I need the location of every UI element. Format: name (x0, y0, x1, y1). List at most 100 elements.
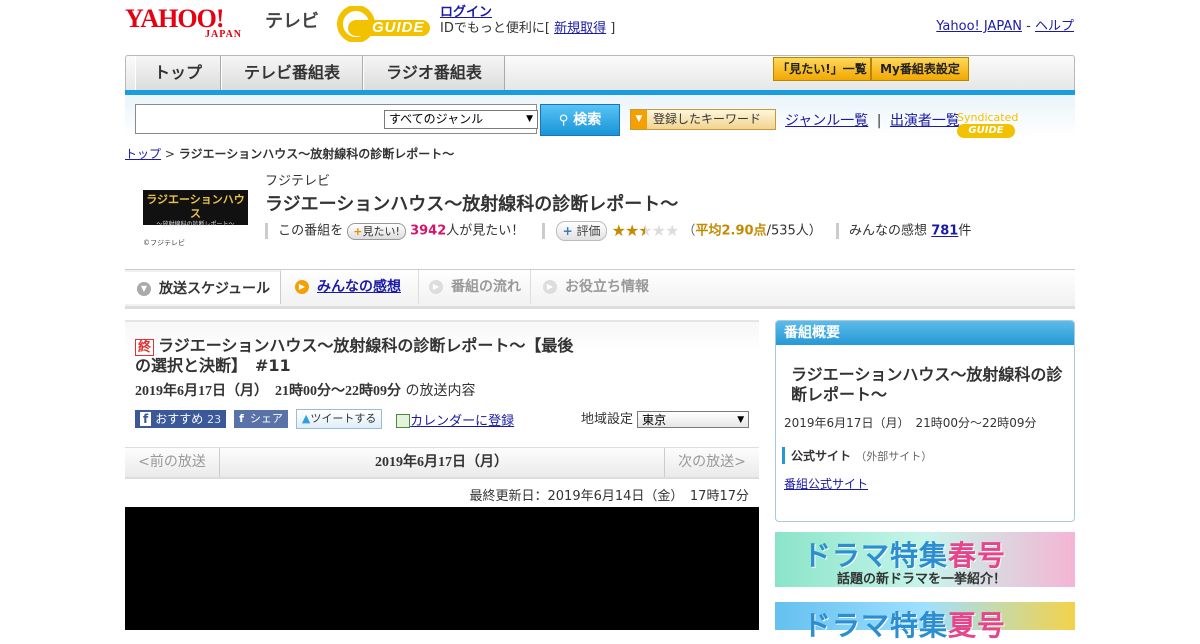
episode-title: ラジエーションハウス～放射線科の診断レポート～【最後の選択と決断】 #11 (135, 336, 574, 375)
current-broadcast-date: 2019年6月17日（月） (375, 455, 508, 470)
social-buttons: f おすすめ 23 f シェア ▲ツイートする カレンダーに登録 (135, 409, 514, 429)
chevron-right-icon: ▶ (295, 280, 309, 294)
program-summary-header: 番組概要 (776, 321, 1074, 345)
tab-broadcast-schedule[interactable]: ▼ 放送スケジュール (125, 270, 281, 304)
top-links: Yahoo! JAPAN - ヘルプ (936, 15, 1074, 34)
episode-date: 2019年6月17日（月） 21時00分～22時09分 (135, 384, 401, 399)
search-links: ジャンル一覧 | 出演者一覧 (785, 110, 960, 130)
syndicated-gguide-badge: Syndicated GUIDE (957, 111, 1075, 138)
next-broadcast-link[interactable]: 次の放送> (664, 448, 759, 477)
calendar-register[interactable]: カレンダーに登録 (396, 414, 514, 429)
official-site-link[interactable]: 番組公式サイト (784, 475, 868, 492)
tweet-button[interactable]: ▲ツイートする (295, 409, 383, 429)
evaluate-button[interactable]: + 評価 (555, 221, 608, 241)
program-title: ラジエーションハウス～放射線科の診断レポート～ (265, 194, 679, 215)
program-copyright: ©フジテレビ (143, 239, 185, 247)
review-suffix: 件 (958, 223, 972, 239)
tab-program-flow[interactable]: ▶ 番組の流れ (421, 270, 531, 304)
episode-panel: 終ラジエーションハウス～放射線科の診断レポート～【最後の選択と決断】 #11 2… (125, 320, 759, 447)
star-empty-icon: ★ (651, 221, 666, 240)
episode-title-block: 終ラジエーションハウス～放射線科の診断レポート～【最後の選択と決断】 #11 (135, 336, 585, 376)
tv-label: テレビ (265, 11, 319, 32)
g-guide-logo-text: GUIDE (372, 19, 425, 36)
rating-votes: /535人） (766, 223, 822, 239)
official-site-label: 公式サイト (791, 449, 852, 463)
last-update: 最終更新日：2019年6月14日（金） 17時17分 (469, 489, 749, 504)
region-setting: 地域設定 東京 ▼ (581, 408, 750, 428)
login-prompt: IDでもっと便利に[ (440, 21, 550, 36)
official-site-note: （外部サイト） (855, 450, 933, 463)
facebook-recommend-button[interactable]: f おすすめ 23 (135, 410, 227, 428)
my-schedule-button[interactable]: My番組表設定 (871, 57, 969, 81)
drama-special-summer-banner[interactable]: ドラマ特集夏号 (775, 602, 1075, 642)
tab-everyone-review[interactable]: ▶ みんなの感想 (285, 270, 419, 304)
search-button[interactable]: ⚲ 検索 (540, 104, 620, 136)
mitai-button-label: 見たい! (362, 224, 400, 238)
summer-banner-title: ドラマ特集夏号 (803, 604, 1006, 644)
nav-tab-tv-schedule[interactable]: テレビ番組表 (221, 56, 363, 90)
registered-keyword-button[interactable]: ▼ 登録したキーワード (630, 109, 776, 130)
tab-review-label: みんなの感想 (317, 279, 401, 295)
star-empty-icon: ★ (664, 221, 679, 240)
nav-tab-top[interactable]: トップ (135, 56, 221, 90)
region-select[interactable]: 東京 ▼ (637, 411, 750, 428)
stat-divider (835, 223, 839, 239)
login-link[interactable]: ログイン (440, 5, 492, 20)
calendar-icon (396, 414, 411, 428)
review-count-link[interactable]: 781 (931, 224, 958, 239)
mitai-list-button[interactable]: 「見たい!」一覧 (773, 57, 871, 81)
program-summary-title: ラジエーションハウス～放射線科の診断レポート～ (791, 365, 1063, 404)
genre-select[interactable]: すべてのジャンル ▼ (384, 110, 538, 129)
link-separator: - (1026, 19, 1031, 34)
star-full-icon: ★ (611, 221, 626, 240)
g-guide-logo[interactable]: GUIDE (334, 5, 432, 43)
plus-icon: + (353, 224, 363, 238)
keyword-button-label: 登録したキーワード (653, 112, 762, 126)
genre-list-link[interactable]: ジャンル一覧 (785, 113, 868, 129)
breadcrumb-top-link[interactable]: トップ (125, 147, 161, 161)
syndicated-label: Syndicated (957, 111, 1019, 124)
rating-stars: ★★★★★ (611, 221, 680, 240)
rating-open-paren: （ (682, 223, 696, 239)
search-area: すべてのジャンル ▼ ⚲ 検索 ▼ 登録したキーワード ジャンル一覧 | 出演者一… (125, 95, 1075, 138)
facebook-share-label: シェア (249, 412, 283, 425)
global-nav: トップ テレビ番組表 ラジオ番組表 「見たい!」一覧 My番組表設定 (125, 55, 1075, 91)
dropdown-triangle-icon: ▼ (631, 110, 647, 129)
mitai-prefix: この番組を (278, 223, 344, 239)
final-episode-badge: 終 (135, 339, 155, 356)
region-select-value: 東京 (642, 413, 667, 427)
facebook-icon: f (239, 412, 244, 425)
performer-list-link[interactable]: 出演者一覧 (890, 113, 960, 129)
stat-divider (542, 223, 546, 239)
program-subtabs: ▼ 放送スケジュール ▶ みんなの感想 ▶ 番組の流れ ▶ お役立ち情報 (125, 269, 1075, 309)
facebook-share-button[interactable]: f シェア (234, 410, 288, 428)
facebook-icon: f (140, 412, 152, 426)
chevron-down-icon: ▼ (137, 282, 151, 296)
chevron-right-icon: ▶ (429, 280, 443, 294)
calendar-register-link[interactable]: カレンダーに登録 (410, 414, 514, 429)
facebook-recommend-label: おすすめ (155, 412, 204, 426)
syndicated-gguide-mark: GUIDE (957, 124, 1015, 138)
previous-broadcast-link[interactable]: <前の放送 (125, 448, 220, 477)
yahoo-japan-logo[interactable]: YAHOO! JAPAN (125, 5, 262, 41)
video-player[interactable] (125, 507, 759, 630)
help-link[interactable]: ヘルプ (1035, 19, 1074, 34)
yahoo-logo-sub: JAPAN (205, 29, 243, 40)
tab-useful-info[interactable]: ▶ お役立ち情報 (535, 270, 665, 304)
program-summary-date: 2019年6月17日（月） 21時00分～22時09分 (784, 416, 1037, 430)
plus-icon: + (562, 224, 573, 238)
facebook-recommend-count: 23 (207, 413, 222, 426)
signup-link[interactable]: 新規取得 (554, 21, 606, 36)
region-label: 地域設定 (581, 412, 634, 427)
summer-banner-main: ドラマ特集 (803, 609, 949, 642)
mitai-button[interactable]: +見たい! (347, 222, 406, 240)
summer-banner-season: 夏号 (948, 609, 1007, 642)
spring-banner-subtitle: 話題の新ドラマを一挙紹介！ (837, 572, 1007, 587)
drama-special-spring-banner[interactable]: ドラマ特集春号 話題の新ドラマを一挙紹介！ (775, 532, 1075, 587)
program-thumbnail-subtitle: ～放射線科の診断レポート～ (156, 221, 235, 228)
program-thumbnail-title: ラジエーションハウス (146, 193, 245, 220)
yahoo-japan-link[interactable]: Yahoo! JAPAN (936, 19, 1022, 34)
nav-tab-radio-schedule[interactable]: ラジオ番組表 (363, 56, 505, 90)
search-link-separator: | (876, 113, 882, 129)
program-thumbnail: ラジエーションハウス ～放射線科の診断レポート～ (143, 190, 248, 228)
